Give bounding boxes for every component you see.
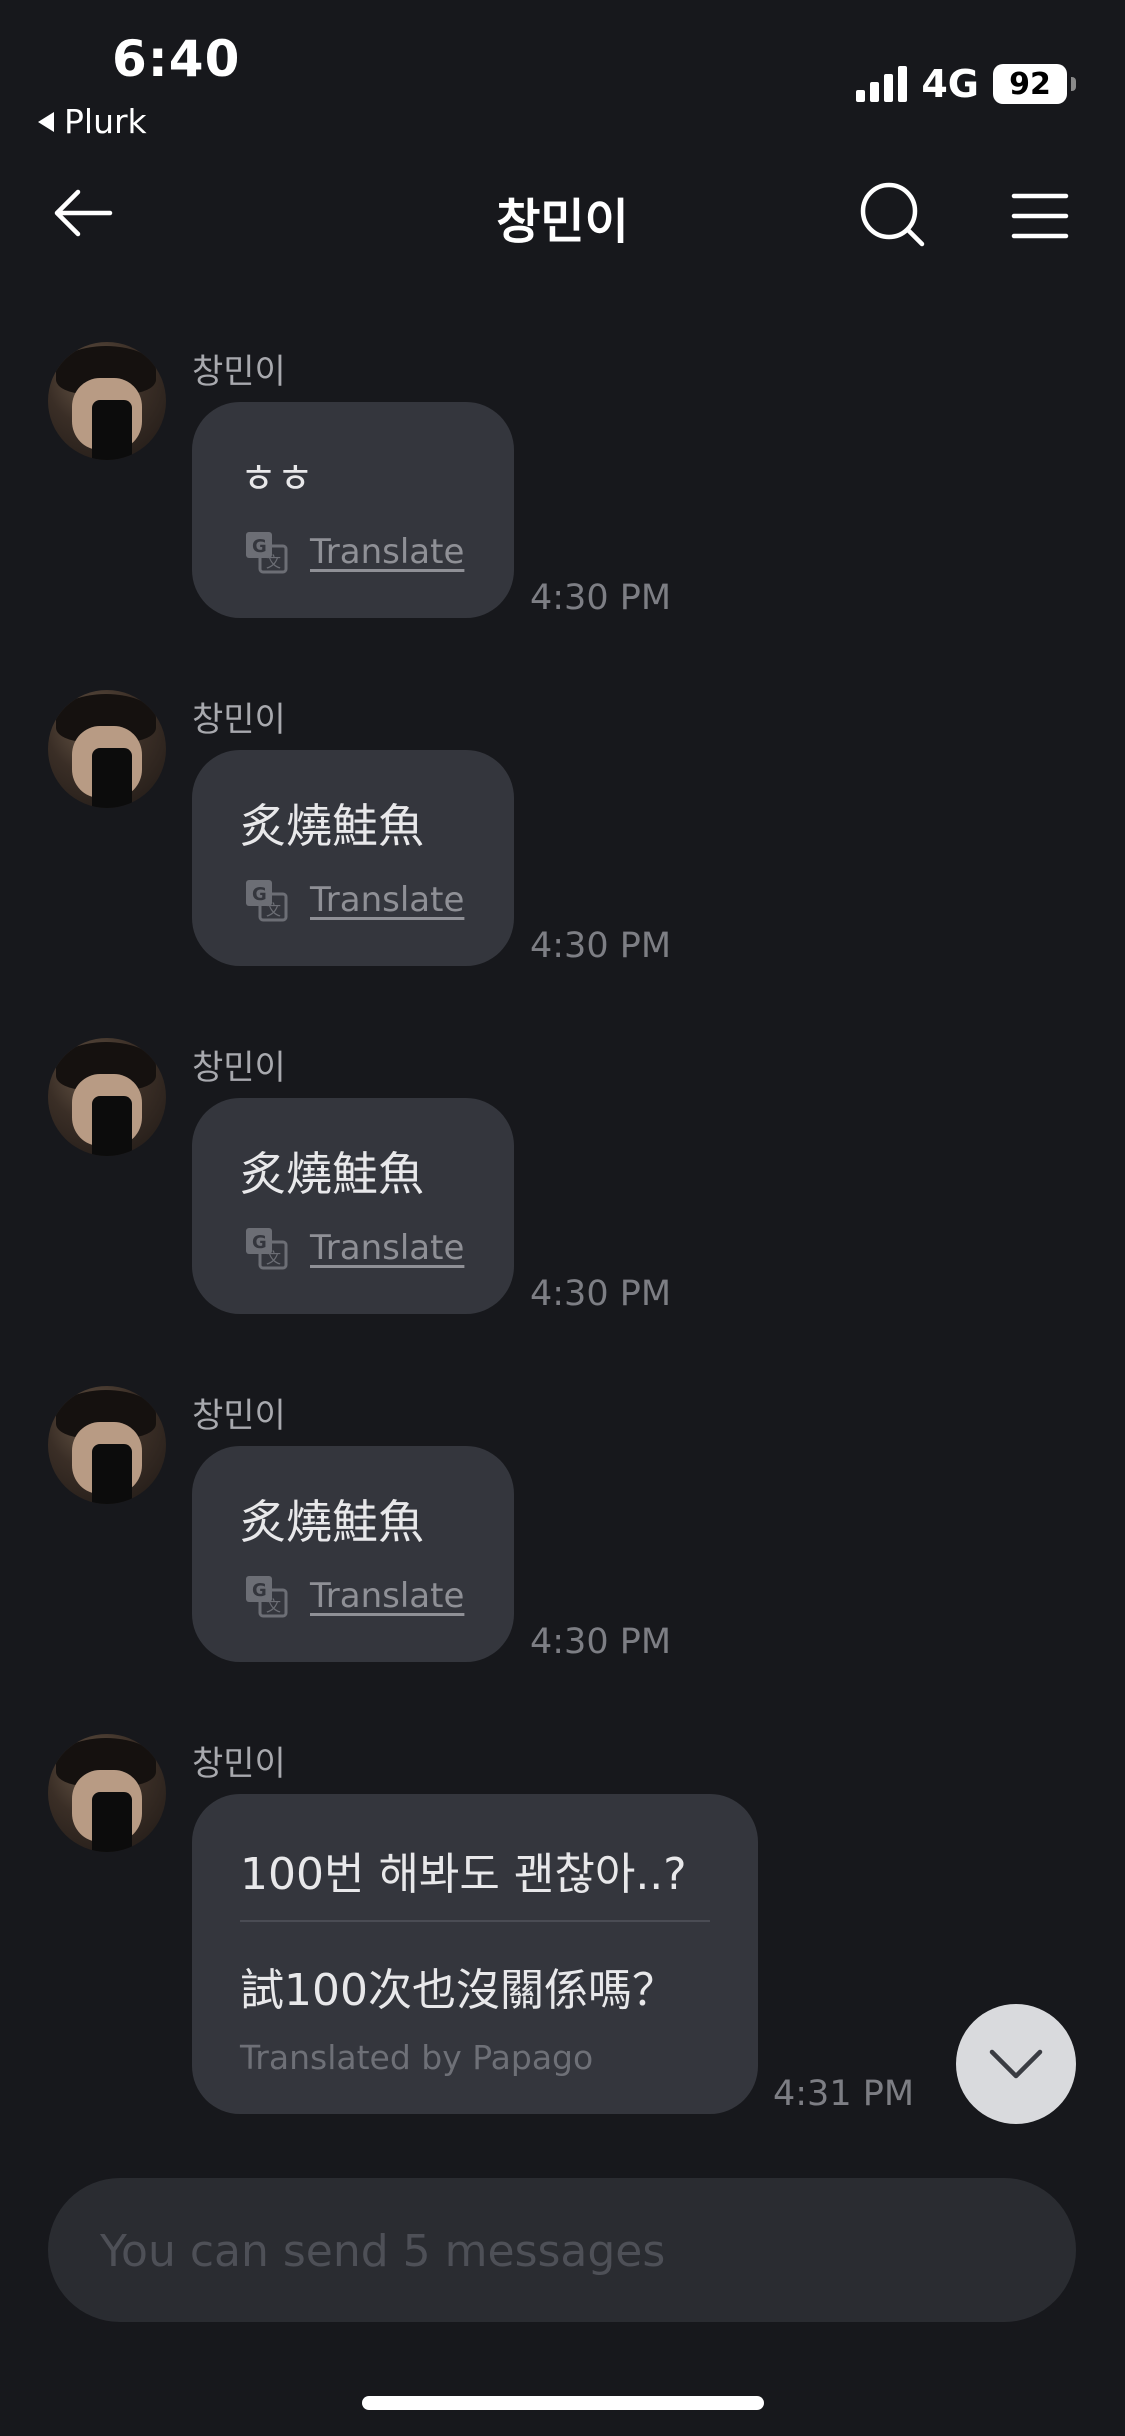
message-text: 炙燒鮭魚 — [240, 1147, 424, 1201]
svg-text:文: 文 — [266, 1597, 281, 1615]
translate-icon[interactable]: G 文 — [244, 1574, 288, 1618]
sender-name: 창민이 — [192, 352, 286, 392]
translate-link[interactable]: Translate — [310, 532, 464, 572]
translate-link[interactable]: Translate — [310, 1576, 464, 1616]
back-triangle-icon — [38, 111, 54, 132]
translate-link[interactable]: Translate — [310, 1228, 464, 1268]
home-indicator[interactable] — [362, 2396, 764, 2410]
chevron-down-icon — [989, 2049, 1043, 2079]
message-bubble[interactable]: 炙燒鮭魚 G 文 Translate — [192, 750, 514, 966]
message-time: 4:30 PM — [530, 1274, 672, 1314]
translate-row: G 文 Translate — [244, 530, 464, 574]
avatar[interactable] — [48, 342, 166, 460]
message-text: ㅎㅎ — [240, 456, 314, 502]
translation-divider — [240, 1920, 710, 1922]
svg-text:G: G — [252, 1232, 267, 1253]
network-type: 4G — [921, 62, 979, 106]
message-text: 100번 해봐도 괜찮아..? — [240, 1849, 687, 1900]
translate-link[interactable]: Translate — [310, 880, 464, 920]
translate-icon[interactable]: G 文 — [244, 530, 288, 574]
translated-by-label: Translated by Papago — [240, 2038, 594, 2077]
message-bubble[interactable]: 炙燒鮭魚 G 文 Translate — [192, 1098, 514, 1314]
svg-text:文: 文 — [266, 1249, 281, 1267]
message-time: 4:30 PM — [530, 926, 672, 966]
chat-title: 창민이 — [496, 194, 629, 250]
signal-icon — [856, 66, 908, 102]
status-indicators: 4G 92 — [856, 62, 1076, 106]
message-composer — [48, 2178, 1076, 2324]
avatar[interactable] — [48, 1386, 166, 1504]
svg-text:G: G — [252, 1580, 267, 1601]
message-bubble[interactable]: 炙燒鮭魚 G 文 Translate — [192, 1446, 514, 1662]
search-icon[interactable] — [858, 180, 928, 250]
translate-row: G 文 Translate — [244, 878, 464, 922]
battery-icon: 92 — [993, 64, 1076, 104]
translate-row: G 文 Translate — [244, 1226, 464, 1270]
sender-name: 창민이 — [192, 1048, 286, 1088]
translate-icon[interactable]: G 文 — [244, 1226, 288, 1270]
back-to-app[interactable]: Plurk — [38, 102, 147, 141]
sender-name: 창민이 — [192, 1744, 286, 1784]
sender-name: 창민이 — [192, 700, 286, 740]
message-time: 4:30 PM — [530, 578, 672, 618]
svg-text:文: 文 — [266, 901, 281, 919]
message-bubble[interactable]: ㅎㅎ G 文 Translate — [192, 402, 514, 618]
chat-header: 창민이 — [0, 160, 1125, 270]
menu-icon[interactable] — [1010, 190, 1070, 242]
svg-text:G: G — [252, 536, 267, 557]
message-time: 4:31 PM — [773, 2074, 915, 2114]
message-text: 炙燒鮭魚 — [240, 1495, 424, 1549]
avatar[interactable] — [48, 1734, 166, 1852]
svg-text:文: 文 — [266, 553, 281, 571]
translated-text: 試100次也沒關係嗎？ — [240, 1965, 676, 2016]
message-text: 炙燒鮭魚 — [240, 799, 424, 853]
battery-level: 92 — [1009, 66, 1051, 102]
translate-row: G 文 Translate — [244, 1574, 464, 1618]
status-time: 6:40 — [112, 30, 241, 88]
message-time: 4:30 PM — [530, 1622, 672, 1662]
message-bubble[interactable]: 100번 해봐도 괜찮아..? 試100次也沒關係嗎？ Translated b… — [192, 1794, 758, 2114]
message-input[interactable] — [98, 2178, 1022, 2324]
scroll-to-bottom-button[interactable] — [956, 2004, 1076, 2124]
avatar[interactable] — [48, 690, 166, 808]
avatar[interactable] — [48, 1038, 166, 1156]
back-app-label: Plurk — [64, 102, 147, 141]
sender-name: 창민이 — [192, 1396, 286, 1436]
svg-text:G: G — [252, 884, 267, 905]
translate-icon[interactable]: G 文 — [244, 878, 288, 922]
